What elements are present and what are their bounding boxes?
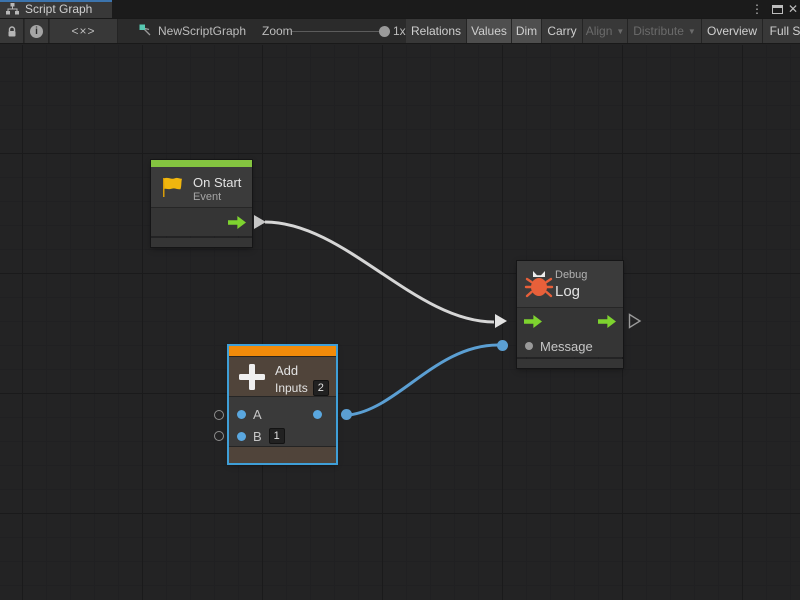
graph-hierarchy-icon <box>6 3 19 15</box>
code-view-toggle[interactable]: <×> <box>50 19 118 43</box>
graph-name-label[interactable]: NewScriptGraph <box>158 19 246 43</box>
message-port-label: Message <box>540 339 593 354</box>
sum-output-port-icon[interactable] <box>313 410 322 419</box>
wire-value-add-to-message[interactable] <box>349 345 498 415</box>
exec-output-port-icon[interactable] <box>598 315 616 328</box>
port-b-icon[interactable] <box>237 432 246 441</box>
values-label: Values <box>471 24 507 38</box>
exec-output-port-icon[interactable] <box>228 216 246 229</box>
add-header: Add Inputs 2 <box>229 356 336 396</box>
flag-icon <box>160 176 184 203</box>
dim-button[interactable]: Dim <box>512 19 542 43</box>
add-port-a-connector[interactable] <box>214 410 224 420</box>
info-icon: i <box>30 25 43 38</box>
debug-log-footer <box>517 359 623 368</box>
on-start-exec-connector[interactable] <box>253 214 267 235</box>
debug-log-header: Debug Log <box>517 261 623 307</box>
message-port-icon[interactable] <box>525 342 533 350</box>
on-start-footer <box>151 238 252 247</box>
full-screen-label: Full S <box>770 24 800 38</box>
port-b-row[interactable]: B 1 <box>229 425 336 447</box>
overview-label: Overview <box>707 24 757 38</box>
align-label: Align <box>586 24 613 38</box>
debug-log-message-in-connector[interactable] <box>497 340 508 351</box>
values-button[interactable]: Values <box>467 19 512 43</box>
add-inputs-count-field[interactable]: 2 <box>313 380 329 396</box>
maximize-icon[interactable] <box>768 0 786 18</box>
node-add[interactable]: Add Inputs 2 A B 1 <box>229 346 336 463</box>
node-accent-bar <box>229 346 336 356</box>
window-menu-icon[interactable]: ⋮ <box>750 0 764 18</box>
add-title: Add <box>275 363 298 378</box>
lock-icon <box>6 25 18 38</box>
code-toggle-icon: <×> <box>71 24 95 38</box>
connection-wires <box>0 45 800 600</box>
exec-input-port-icon[interactable] <box>524 315 542 328</box>
message-port-row[interactable]: Message <box>517 335 623 357</box>
debug-log-title: Log <box>555 283 580 300</box>
debug-log-exec-in-connector[interactable] <box>494 313 508 334</box>
debug-log-category: Debug <box>555 269 587 281</box>
graph-canvas[interactable]: On Start Event <box>0 45 800 600</box>
on-start-title: On Start <box>193 175 241 190</box>
add-inputs-label: Inputs <box>275 381 308 395</box>
add-inputs-row: Inputs 2 <box>275 380 329 396</box>
on-start-subtitle: Event <box>193 191 221 203</box>
add-sum-out-connector[interactable] <box>341 409 352 420</box>
graph-asset-icon <box>139 19 153 43</box>
node-accent-bar <box>151 160 252 167</box>
wire-exec-onstart-to-log[interactable] <box>265 222 494 322</box>
full-screen-button[interactable]: Full S <box>763 19 800 43</box>
graph-toolbar: i <×> NewScriptGraph Zoom 1x Relations V… <box>0 18 800 44</box>
close-icon[interactable]: ✕ <box>786 0 800 18</box>
tab-script-graph[interactable]: Script Graph <box>0 0 112 18</box>
carry-button[interactable]: Carry <box>542 19 583 43</box>
port-b-value-field[interactable]: 1 <box>269 428 285 444</box>
tab-title: Script Graph <box>25 2 92 16</box>
zoom-slider-track[interactable] <box>292 31 382 32</box>
carry-label: Carry <box>547 24 576 38</box>
on-start-body <box>151 207 252 236</box>
dim-label: Dim <box>516 24 537 38</box>
tab-bar: Script Graph ⋮ ✕ <box>0 0 800 18</box>
zoom-label: Zoom <box>262 19 293 43</box>
script-graph-window: Script Graph ⋮ ✕ i <×> NewScriptGraph Zo… <box>0 0 800 600</box>
relations-button[interactable]: Relations <box>406 19 467 43</box>
plus-icon <box>238 363 266 396</box>
lock-button[interactable] <box>0 19 24 43</box>
overview-button[interactable]: Overview <box>702 19 763 43</box>
maximize-glyph <box>772 5 783 14</box>
align-button[interactable]: Align ▼ <box>583 19 628 43</box>
info-button[interactable]: i <box>25 19 49 43</box>
distribute-button[interactable]: Distribute ▼ <box>628 19 702 43</box>
port-a-icon[interactable] <box>237 410 246 419</box>
add-body: A B 1 <box>229 396 336 446</box>
add-footer <box>229 446 336 463</box>
bug-icon <box>524 269 554 304</box>
on-start-header: On Start Event <box>151 167 252 207</box>
debug-log-exec-out-connector[interactable] <box>628 313 642 334</box>
node-on-start[interactable]: On Start Event <box>151 160 252 247</box>
dropdown-caret-icon: ▼ <box>616 27 624 36</box>
node-debug-log[interactable]: Debug Log Message <box>517 261 623 368</box>
add-port-b-connector[interactable] <box>214 431 224 441</box>
debug-log-body: Message <box>517 307 623 357</box>
port-a-label: A <box>253 407 262 422</box>
dropdown-caret-icon: ▼ <box>688 27 696 36</box>
relations-label: Relations <box>411 24 461 38</box>
zoom-value: 1x <box>393 19 406 43</box>
port-b-label: B <box>253 429 262 444</box>
port-a-row[interactable]: A <box>229 403 336 425</box>
distribute-label: Distribute <box>633 24 684 38</box>
focused-tab-accent <box>0 0 112 2</box>
zoom-slider-handle[interactable] <box>379 26 390 37</box>
